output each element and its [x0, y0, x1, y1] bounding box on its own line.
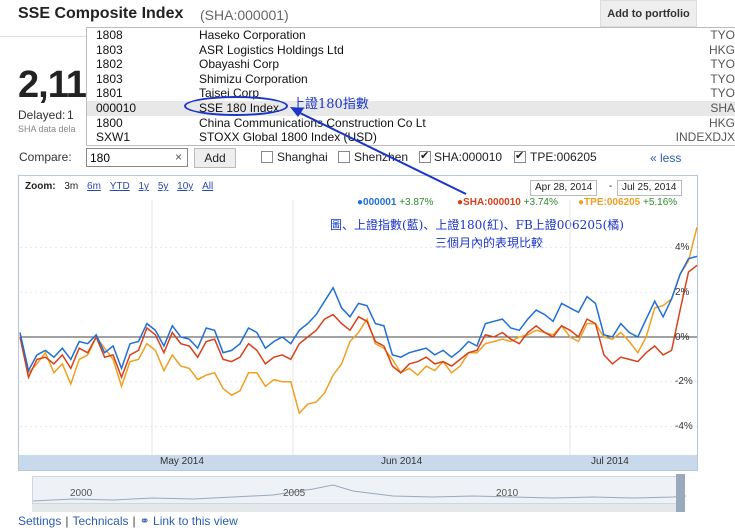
link-to-view-link[interactable]: Link to this view — [153, 514, 238, 528]
annotation-arrow-head — [290, 107, 304, 117]
x-tick-label: Jun 2014 — [381, 456, 423, 467]
y-tick-label: 4% — [675, 242, 690, 253]
overview-range-handle[interactable] — [676, 474, 685, 512]
overview-line — [33, 484, 686, 502]
technicals-link[interactable]: Technicals — [72, 514, 128, 528]
series-line-tpe006205 — [19, 227, 698, 415]
series-line-000001 — [19, 255, 698, 373]
x-tick-label: May 2014 — [160, 456, 204, 467]
footer-links: Settings | Technicals | ⚭ Link to this view — [18, 514, 238, 528]
overview-scrollbar[interactable] — [32, 504, 685, 512]
y-tick-label: 0% — [675, 332, 690, 343]
line-chart — [19, 107, 698, 455]
settings-link[interactable]: Settings — [18, 514, 61, 528]
series-line-sha000010 — [19, 264, 698, 380]
y-tick-label: -2% — [675, 376, 693, 387]
y-tick-label: 2% — [675, 287, 690, 298]
overview-tick-label: 2000 — [70, 488, 93, 499]
overview-tick-label: 2010 — [496, 488, 519, 499]
annotation-arrow — [297, 111, 467, 195]
link-icon: ⚭ — [139, 514, 150, 528]
x-tick-label: Jul 2014 — [591, 456, 629, 467]
overview-navigator[interactable] — [32, 476, 686, 504]
y-tick-label: -4% — [675, 421, 693, 432]
overview-tick-label: 2005 — [283, 488, 306, 499]
